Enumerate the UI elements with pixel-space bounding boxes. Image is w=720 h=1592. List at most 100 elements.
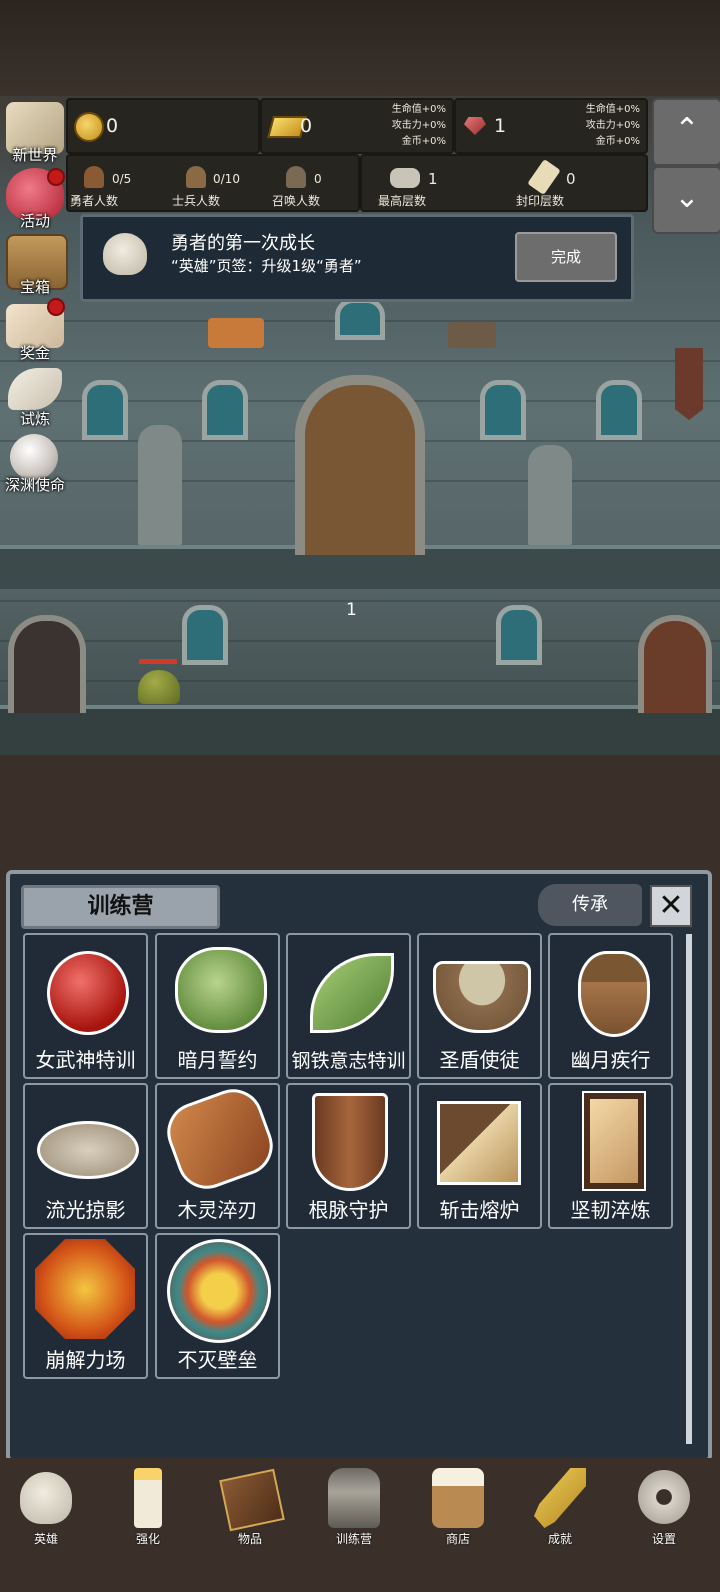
gold-bonus-hp: 生命值+0% bbox=[391, 104, 446, 115]
side-item-bonus[interactable]: 奖金 bbox=[0, 298, 72, 362]
side-item-chest[interactable]: 宝箱 bbox=[0, 232, 72, 296]
skull-icon bbox=[103, 233, 147, 275]
leaf-icon bbox=[310, 953, 394, 1033]
gold-panel: 0 生命值+0% 攻击力+0% 金币+0% bbox=[260, 98, 454, 154]
book-icon bbox=[219, 1468, 285, 1532]
training-card-label: 不灭壁垒 bbox=[177, 1348, 258, 1372]
hud-top-bg bbox=[0, 0, 720, 96]
training-card[interactable]: 斩击熔炉 bbox=[417, 1083, 542, 1229]
gem-bonus-coin: 金币+0% bbox=[595, 136, 640, 147]
side-item-trial[interactable]: 试炼 bbox=[0, 364, 72, 428]
scroll-up-button[interactable]: ⌃ bbox=[652, 98, 720, 166]
quest-description: “英雄”页签：升级1级“勇者” bbox=[171, 257, 362, 275]
training-card[interactable]: 木灵淬刃 bbox=[155, 1080, 282, 1229]
side-item-event[interactable]: 活动 bbox=[0, 166, 72, 230]
training-card[interactable]: 幽月疾行 bbox=[548, 933, 673, 1079]
window bbox=[596, 380, 642, 440]
castle-door[interactable] bbox=[295, 375, 425, 555]
training-card-label: 木灵淬刃 bbox=[177, 1198, 258, 1222]
gem-bonus-hp: 生命值+0% bbox=[585, 104, 640, 115]
tower-shield-icon bbox=[582, 1091, 646, 1191]
side-item-abyss[interactable]: 深渊使命 bbox=[0, 430, 72, 494]
hero-count: 0/5 bbox=[112, 172, 132, 186]
training-card-label: 女武神特训 bbox=[35, 1048, 136, 1072]
nav-label: 训练营 bbox=[335, 1532, 372, 1546]
cabbage-icon bbox=[175, 947, 267, 1033]
seal-floor-label: 封印层数 bbox=[516, 194, 565, 208]
apple-icon bbox=[47, 951, 129, 1035]
training-card-label: 钢铁意志特训 bbox=[291, 1050, 406, 1072]
inherit-button[interactable]: 传承 bbox=[538, 884, 642, 926]
skull-icon bbox=[20, 1472, 72, 1524]
nav-enhance[interactable]: 强化 bbox=[108, 1462, 188, 1557]
nav-label: 强化 bbox=[135, 1532, 160, 1546]
close-button[interactable]: ✕ bbox=[650, 885, 692, 927]
unit-count-panel: 0/5 勇者人数 0/10 士兵人数 0 召唤人数 bbox=[66, 154, 360, 212]
nav-items[interactable]: 物品 bbox=[210, 1462, 290, 1557]
iron-gate bbox=[8, 615, 86, 713]
nav-label: 物品 bbox=[237, 1532, 262, 1546]
soldier-count: 0/10 bbox=[213, 172, 240, 186]
notification-badge bbox=[47, 168, 65, 186]
max-floor-value: 1 bbox=[428, 170, 438, 188]
nav-settings[interactable]: 设置 bbox=[624, 1462, 704, 1557]
ruby-icon bbox=[464, 117, 486, 135]
stone-icon bbox=[390, 168, 420, 188]
chandelier bbox=[208, 318, 264, 348]
training-card[interactable]: 崩解力场 bbox=[23, 1233, 148, 1379]
coin-panel: 0 bbox=[66, 98, 260, 154]
nav-hero[interactable]: 英雄 bbox=[6, 1462, 86, 1557]
scroll-down-button[interactable]: ⌄ bbox=[652, 166, 720, 234]
nav-training[interactable]: 训练营 bbox=[314, 1462, 394, 1557]
key-icon bbox=[534, 1468, 586, 1528]
nav-shop[interactable]: 商店 bbox=[418, 1462, 498, 1557]
chevron-down-icon: ⌄ bbox=[674, 180, 700, 215]
slime-enemy[interactable] bbox=[138, 670, 180, 704]
training-card[interactable]: 流光掠影 bbox=[23, 1083, 148, 1229]
gold-value: 0 bbox=[300, 115, 313, 137]
training-card[interactable]: 女武神特训 bbox=[23, 933, 148, 1079]
hero-icon bbox=[84, 166, 104, 188]
soldier-icon bbox=[186, 166, 206, 188]
soldier-count-label: 士兵人数 bbox=[172, 194, 221, 208]
nav-label: 设置 bbox=[651, 1532, 676, 1546]
gold-bonus-atk: 攻击力+0% bbox=[391, 120, 446, 131]
gold-bonus-coin: 金币+0% bbox=[401, 136, 446, 147]
training-card[interactable]: 坚韧淬炼 bbox=[548, 1083, 673, 1229]
side-item-label: 宝箱 bbox=[19, 278, 50, 296]
nav-label: 成就 bbox=[547, 1532, 572, 1546]
panel-scrollbar[interactable] bbox=[686, 934, 692, 1444]
gear-icon bbox=[638, 1470, 690, 1524]
scroll-icon bbox=[527, 158, 561, 196]
sun-shield-icon bbox=[167, 1239, 271, 1343]
log-icon bbox=[158, 1080, 282, 1198]
quest-complete-button[interactable]: 完成 bbox=[515, 232, 617, 282]
training-card-label: 圣盾使徒 bbox=[439, 1048, 520, 1072]
beer-mug-icon bbox=[432, 1468, 484, 1528]
training-card[interactable]: 根脉守护 bbox=[286, 1083, 411, 1229]
nav-achievement[interactable]: 成就 bbox=[520, 1462, 600, 1557]
training-card[interactable]: 不灭壁垒 bbox=[155, 1233, 280, 1379]
summon-icon bbox=[286, 166, 306, 188]
lower-floor bbox=[0, 705, 720, 755]
nav-label: 英雄 bbox=[33, 1532, 58, 1546]
side-item-label: 新世界 bbox=[12, 146, 58, 164]
window bbox=[480, 380, 526, 440]
side-item-label: 试炼 bbox=[19, 410, 50, 428]
quest-title: 勇者的第一次成长 bbox=[171, 233, 315, 254]
training-card-label: 流光掠影 bbox=[45, 1198, 126, 1222]
close-icon: ✕ bbox=[658, 888, 684, 923]
side-item-label: 活动 bbox=[19, 212, 50, 230]
training-card[interactable]: 圣盾使徒 bbox=[417, 933, 542, 1079]
enemy-health-bar bbox=[139, 659, 177, 664]
nav-label: 商店 bbox=[445, 1532, 470, 1546]
floor-count-panel: 1 最高层数 0 封印层数 bbox=[360, 154, 648, 212]
bowl-icon bbox=[433, 961, 531, 1033]
coin-value: 0 bbox=[106, 115, 119, 137]
scene-bottom-bg bbox=[0, 755, 720, 865]
side-item-new-world[interactable]: 新世界 bbox=[0, 100, 72, 164]
acorn-icon bbox=[578, 951, 650, 1037]
training-card[interactable]: 钢铁意志特训 bbox=[286, 933, 411, 1079]
training-card[interactable]: 暗月誓约 bbox=[155, 933, 280, 1079]
window bbox=[202, 380, 248, 440]
